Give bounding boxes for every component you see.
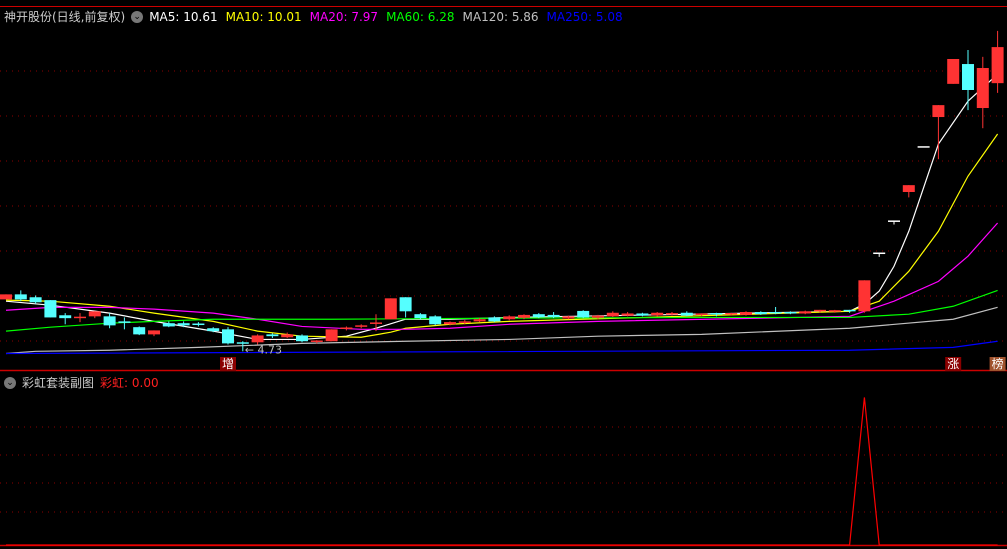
candle-body (266, 334, 279, 337)
low-price-label: ← 4.73 (245, 343, 282, 356)
signal-marker: 榜 (992, 356, 1004, 371)
candle-body (29, 297, 42, 303)
candle-body (296, 335, 308, 342)
candle-body (148, 330, 160, 335)
rainbow-line (6, 397, 998, 546)
candle-body (858, 280, 871, 312)
candle-body (577, 310, 590, 318)
candle-body (177, 323, 190, 326)
candle-body (621, 313, 634, 316)
candle-body (651, 312, 664, 316)
candle-body (592, 315, 604, 318)
candle-body (207, 328, 220, 332)
candle-body (976, 68, 989, 109)
candle-body (947, 58, 960, 84)
ma-line-ma5 (5, 73, 999, 341)
candle-body (251, 335, 264, 343)
candle-body (222, 329, 234, 344)
candle-body (325, 329, 338, 342)
candle-body (133, 327, 146, 335)
stock-chart[interactable]: ← 4.73 增 涨 榜 (0, 0, 1007, 549)
ma-line-ma10 (5, 133, 999, 338)
candle-body (962, 64, 974, 90)
ma-line-ma250 (5, 340, 998, 355)
candle-body (606, 312, 619, 317)
candle-body (384, 298, 397, 320)
candle-body (414, 314, 427, 319)
candle-body (547, 314, 560, 318)
candle-body (44, 300, 57, 318)
candle-body (503, 316, 516, 320)
candle-body (991, 47, 1004, 84)
candle-body (636, 313, 649, 316)
candle-body (444, 322, 456, 325)
candle-body (14, 294, 27, 300)
candle-body (59, 315, 72, 319)
candle-body (799, 311, 812, 314)
candle-body (473, 319, 486, 322)
candle-body (562, 316, 575, 319)
candle-body (488, 317, 501, 322)
signal-marker: 涨 (947, 356, 959, 371)
candle-body (162, 323, 175, 327)
candle-body (88, 311, 101, 317)
candle-body (932, 105, 945, 118)
candle-body (902, 185, 915, 192)
candle-body (399, 297, 412, 312)
candle-body (532, 314, 545, 318)
candle-body (518, 314, 530, 318)
candle-body (754, 312, 767, 315)
candle-body (0, 294, 12, 300)
candle-body (429, 316, 442, 325)
candle-body (680, 312, 693, 316)
candle-body (740, 312, 752, 315)
candle-body (103, 316, 116, 326)
candle-body (281, 334, 294, 338)
signal-marker: 增 (222, 357, 234, 371)
